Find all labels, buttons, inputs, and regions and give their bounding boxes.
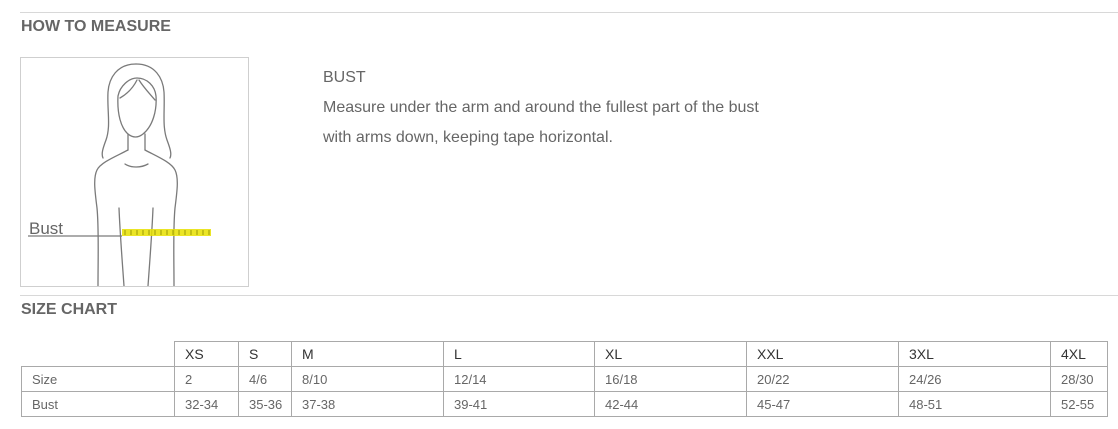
table-cell: 16/18 bbox=[594, 366, 747, 392]
row-label: Bust bbox=[21, 391, 175, 417]
measure-line-2: with arms down, keeping tape horizontal. bbox=[323, 129, 613, 146]
size-chart-table: XS S M L XL XXL 3XL 4XL Size 2 4/6 8/10 … bbox=[21, 341, 1108, 417]
size-chart-title: SIZE CHART bbox=[21, 301, 117, 318]
table-cell: 35-36 bbox=[238, 391, 292, 417]
table-cell: 2 bbox=[174, 366, 239, 392]
tape-measure-icon bbox=[122, 229, 211, 236]
table-cell: 48-51 bbox=[898, 391, 1051, 417]
bust-measure-illustration: Bust bbox=[20, 57, 249, 287]
size-header-xxl: XXL bbox=[746, 341, 899, 367]
table-cell: 24/26 bbox=[898, 366, 1051, 392]
measure-heading: BUST bbox=[323, 69, 366, 86]
table-cell: 32-34 bbox=[174, 391, 239, 417]
table-cell: 39-41 bbox=[443, 391, 595, 417]
table-corner-cell bbox=[21, 341, 175, 367]
size-header-4xl: 4XL bbox=[1050, 341, 1108, 367]
table-cell: 45-47 bbox=[746, 391, 899, 417]
woman-figure-icon: Bust bbox=[28, 63, 211, 286]
measure-line-1: Measure under the arm and around the ful… bbox=[323, 99, 759, 116]
table-row: Bust 32-34 35-36 37-38 39-41 42-44 45-47… bbox=[21, 391, 1108, 417]
table-cell: 42-44 bbox=[594, 391, 747, 417]
table-cell: 8/10 bbox=[291, 366, 444, 392]
table-cell: 4/6 bbox=[238, 366, 292, 392]
table-cell: 20/22 bbox=[746, 366, 899, 392]
measure-description: BUST Measure under the arm and around th… bbox=[323, 63, 759, 153]
table-cell: 12/14 bbox=[443, 366, 595, 392]
table-cell: 28/30 bbox=[1050, 366, 1108, 392]
table-cell: 37-38 bbox=[291, 391, 444, 417]
how-to-measure-title: HOW TO MEASURE bbox=[21, 18, 171, 35]
top-divider bbox=[20, 12, 1118, 13]
bust-figure-label: Bust bbox=[29, 219, 63, 238]
table-row: XS S M L XL XXL 3XL 4XL bbox=[21, 341, 1108, 367]
row-label: Size bbox=[21, 366, 175, 392]
table-row: Size 2 4/6 8/10 12/14 16/18 20/22 24/26 … bbox=[21, 366, 1108, 392]
size-header-s: S bbox=[238, 341, 292, 367]
table-cell: 52-55 bbox=[1050, 391, 1108, 417]
size-header-xs: XS bbox=[174, 341, 239, 367]
size-header-xl: XL bbox=[594, 341, 747, 367]
size-header-m: M bbox=[291, 341, 444, 367]
size-header-l: L bbox=[443, 341, 595, 367]
size-header-3xl: 3XL bbox=[898, 341, 1051, 367]
middle-divider bbox=[20, 295, 1118, 296]
